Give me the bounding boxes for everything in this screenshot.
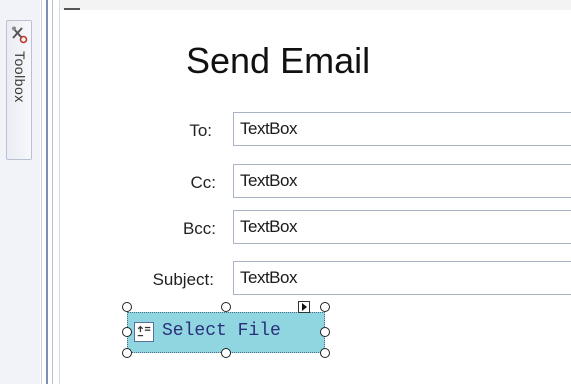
resize-handle-s[interactable] <box>221 348 231 358</box>
to-label: To: <box>189 121 212 140</box>
subject-label: Subject: <box>152 270 214 289</box>
page-title: Send Email <box>186 40 371 81</box>
toolbox-label: Toolbox <box>12 51 28 103</box>
resize-handle-w[interactable] <box>122 327 132 337</box>
resize-handle-sw[interactable] <box>122 348 132 358</box>
to-textbox[interactable]: TextBox <box>233 112 571 146</box>
upload-icon <box>134 322 154 342</box>
design-surface-top <box>60 0 571 10</box>
cc-label: Cc: <box>190 173 217 192</box>
designer-window: Toolbox Send Email To: TextBox Cc: TextB… <box>0 0 571 384</box>
select-file-button[interactable]: Select File <box>127 312 325 353</box>
tools-icon <box>12 26 28 44</box>
bcc-textbox[interactable]: TextBox <box>233 210 571 244</box>
bcc-label: Bcc: <box>182 219 216 238</box>
subject-textbox[interactable]: TextBox <box>233 261 571 295</box>
resize-handle-ne[interactable] <box>320 302 330 312</box>
resize-handle-nw[interactable] <box>122 302 132 312</box>
cc-textbox[interactable]: TextBox <box>233 164 571 198</box>
resize-handle-n[interactable] <box>221 302 231 312</box>
smart-tag-arrow-icon[interactable] <box>298 301 310 313</box>
select-file-label: Select File <box>162 321 281 341</box>
design-surface-corner <box>64 8 80 10</box>
resize-handle-se[interactable] <box>320 348 330 358</box>
resize-handle-e[interactable] <box>320 327 330 337</box>
